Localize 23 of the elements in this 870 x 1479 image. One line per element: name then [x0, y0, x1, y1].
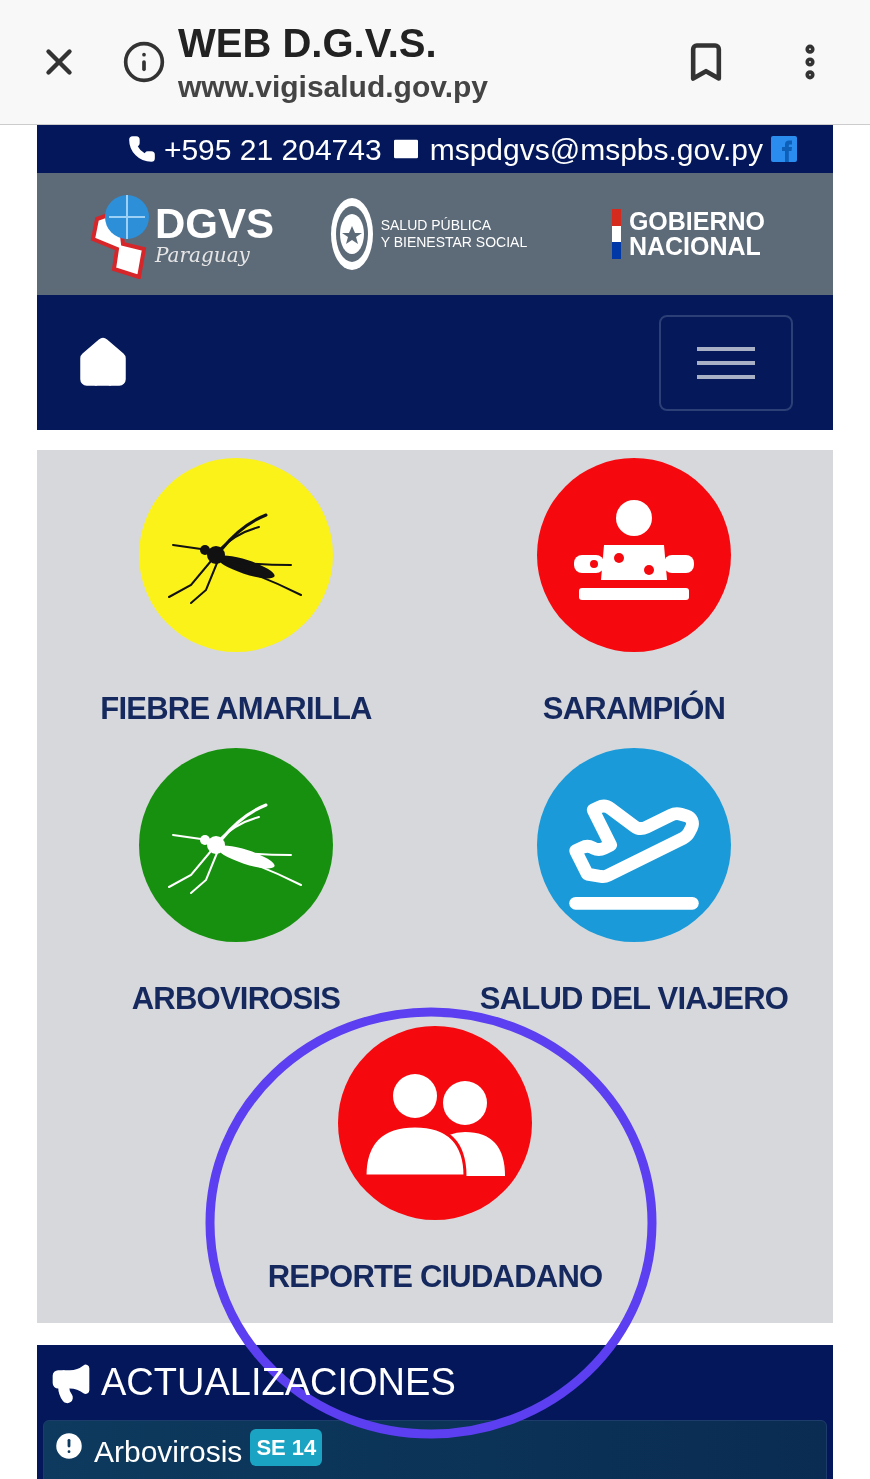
- info-icon[interactable]: [122, 40, 166, 84]
- email-address: mspdgvs@mspbs.gov.py: [429, 131, 763, 168]
- phone-number: +595 21 204743: [163, 131, 382, 168]
- logo-script: Paraguay: [155, 245, 251, 265]
- update-label: Arbovirosis: [94, 1434, 243, 1470]
- update-badge: SE 14: [250, 1429, 323, 1466]
- category-link[interactable]: REPORTE CIUDADANO: [267, 1254, 603, 1301]
- phone-icon: [127, 135, 156, 163]
- flag-stripe-icon: [611, 209, 621, 259]
- seal-icon: [328, 196, 375, 272]
- menu-button[interactable]: [659, 314, 793, 411]
- page-title: WEB D.G.V.S.: [178, 20, 438, 68]
- category-link[interactable]: SALUD DEL VIAJERO: [479, 976, 789, 1023]
- logo-name: DGVS: [155, 203, 275, 245]
- government-name: NACIONAL: [628, 234, 762, 259]
- government-name: GOBIERNO: [628, 209, 765, 234]
- ministry-name: Y BIENESTAR SOCIAL: [380, 234, 528, 252]
- category-link[interactable]: ARBOVIROSIS: [131, 976, 341, 1023]
- page-url: www.vigisalud.gov.py: [178, 69, 489, 106]
- category-link[interactable]: FIEBRE AMARILLA: [100, 686, 372, 733]
- update-item[interactable]: Arbovirosis SE 14: [43, 1420, 827, 1479]
- category-link[interactable]: SARAMPIÓN: [542, 686, 726, 733]
- ministry-name: SALUD PÚBLICA: [380, 216, 493, 234]
